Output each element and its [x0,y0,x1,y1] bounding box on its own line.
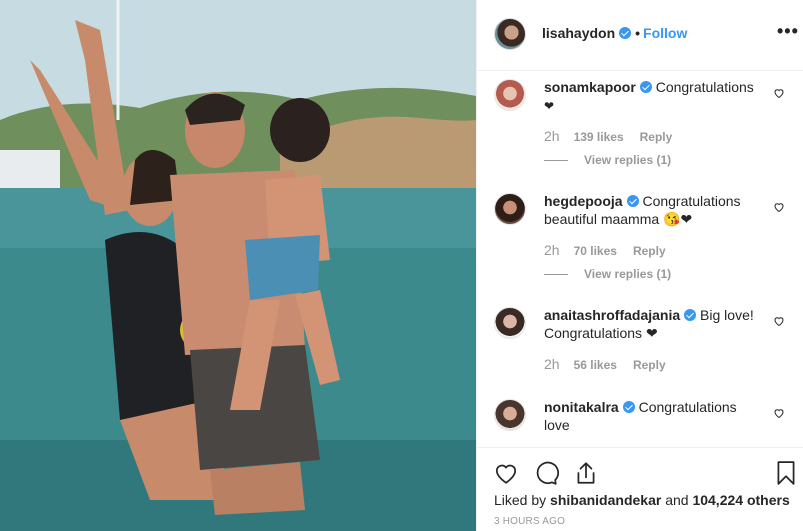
reply-button[interactable]: Reply [640,130,673,144]
comment-emoji: 😘❤ [663,211,693,227]
author-username[interactable]: lisahaydon [542,25,615,41]
commenter-avatar[interactable] [494,193,526,225]
comment-text: hegdepooja Congratulations beautiful maa… [544,192,756,228]
replies-divider [544,160,568,162]
comment-time: 2h [544,356,560,372]
comment-meta: 2h 139 likes Reply [544,128,672,144]
post-photo-illustration [0,0,476,531]
liked-prefix: Liked by [494,492,551,508]
view-replies-button[interactable]: View replies (1) [544,267,671,281]
author-line: lisahaydon • Follow [542,25,687,41]
commenter-username[interactable]: nonitakalra [544,399,619,415]
liked-by-user[interactable]: shibanidandekar [550,492,661,508]
author-avatar[interactable] [494,18,526,50]
comment-text: sonamkapoor Congratulations ❤ [544,78,756,115]
commenter-username[interactable]: hegdepooja [544,193,623,209]
view-replies-label: View replies (1) [584,153,672,167]
comment-meta: 2h 56 likes Reply [544,356,666,372]
view-replies-label: View replies (1) [584,267,672,281]
comment-like-heart-icon[interactable] [773,87,785,99]
likes-summary: Liked by shibanidandekar and 104,224 oth… [494,492,790,508]
liked-and: and [661,492,693,508]
verified-badge-icon [626,195,639,207]
commenter-username[interactable]: sonamkapoor [544,79,636,95]
commenter-avatar[interactable] [494,307,526,339]
comment-emoji: ❤ [645,325,658,341]
comment-like-heart-icon[interactable] [773,315,785,327]
comment-bubble-icon[interactable] [533,460,559,486]
comment-likes[interactable]: 70 likes [574,244,617,258]
post-actions: Liked by shibanidandekar and 104,224 oth… [477,447,803,531]
verified-badge-icon [619,27,632,39]
comment-likes[interactable]: 139 likes [574,130,624,144]
reply-button[interactable]: Reply [633,244,666,258]
post-timestamp[interactable]: 3 HOURS AGO [494,516,565,527]
verified-badge-icon [684,309,697,321]
commenter-avatar[interactable] [494,399,526,431]
follow-button[interactable]: Follow [643,25,687,41]
comment-like-heart-icon[interactable] [773,201,785,213]
verified-badge-icon [622,401,635,413]
comments-list[interactable]: sonamkapoor Congratulations ❤ 2h 139 like… [477,71,803,447]
liked-count[interactable]: 104,224 others [692,492,789,508]
replies-divider [544,274,568,276]
view-replies-button[interactable]: View replies (1) [544,153,671,167]
more-options-icon[interactable]: ••• [777,22,799,40]
verified-badge-icon [639,81,652,93]
comment-meta: 2h 70 likes Reply [544,242,666,258]
separator-dot: • [635,25,641,41]
heart-outline-icon[interactable] [493,460,519,486]
share-upload-icon[interactable] [573,460,599,486]
comment-time: 2h [544,242,560,258]
comment-time: 2h [544,128,560,144]
bookmark-icon[interactable] [773,460,799,486]
post-details-panel: lisahaydon • Follow ••• sonamkapoor Congra… [476,0,803,531]
comment-like-heart-icon[interactable] [773,407,785,419]
reply-button[interactable]: Reply [633,358,666,372]
commenter-username[interactable]: anaitashroffadajania [544,307,680,323]
comment-body: Congratulations [655,79,754,95]
comment-text: nonitakalra Congratulations love [544,398,756,434]
post-header: lisahaydon • Follow ••• [477,0,803,71]
comment-emoji: ❤ [544,99,555,113]
comment-text: anaitashroffadajania Big love! Congratul… [544,306,756,342]
post-photo[interactable] [0,0,476,531]
commenter-avatar[interactable] [494,79,526,111]
comment-likes[interactable]: 56 likes [574,358,617,372]
